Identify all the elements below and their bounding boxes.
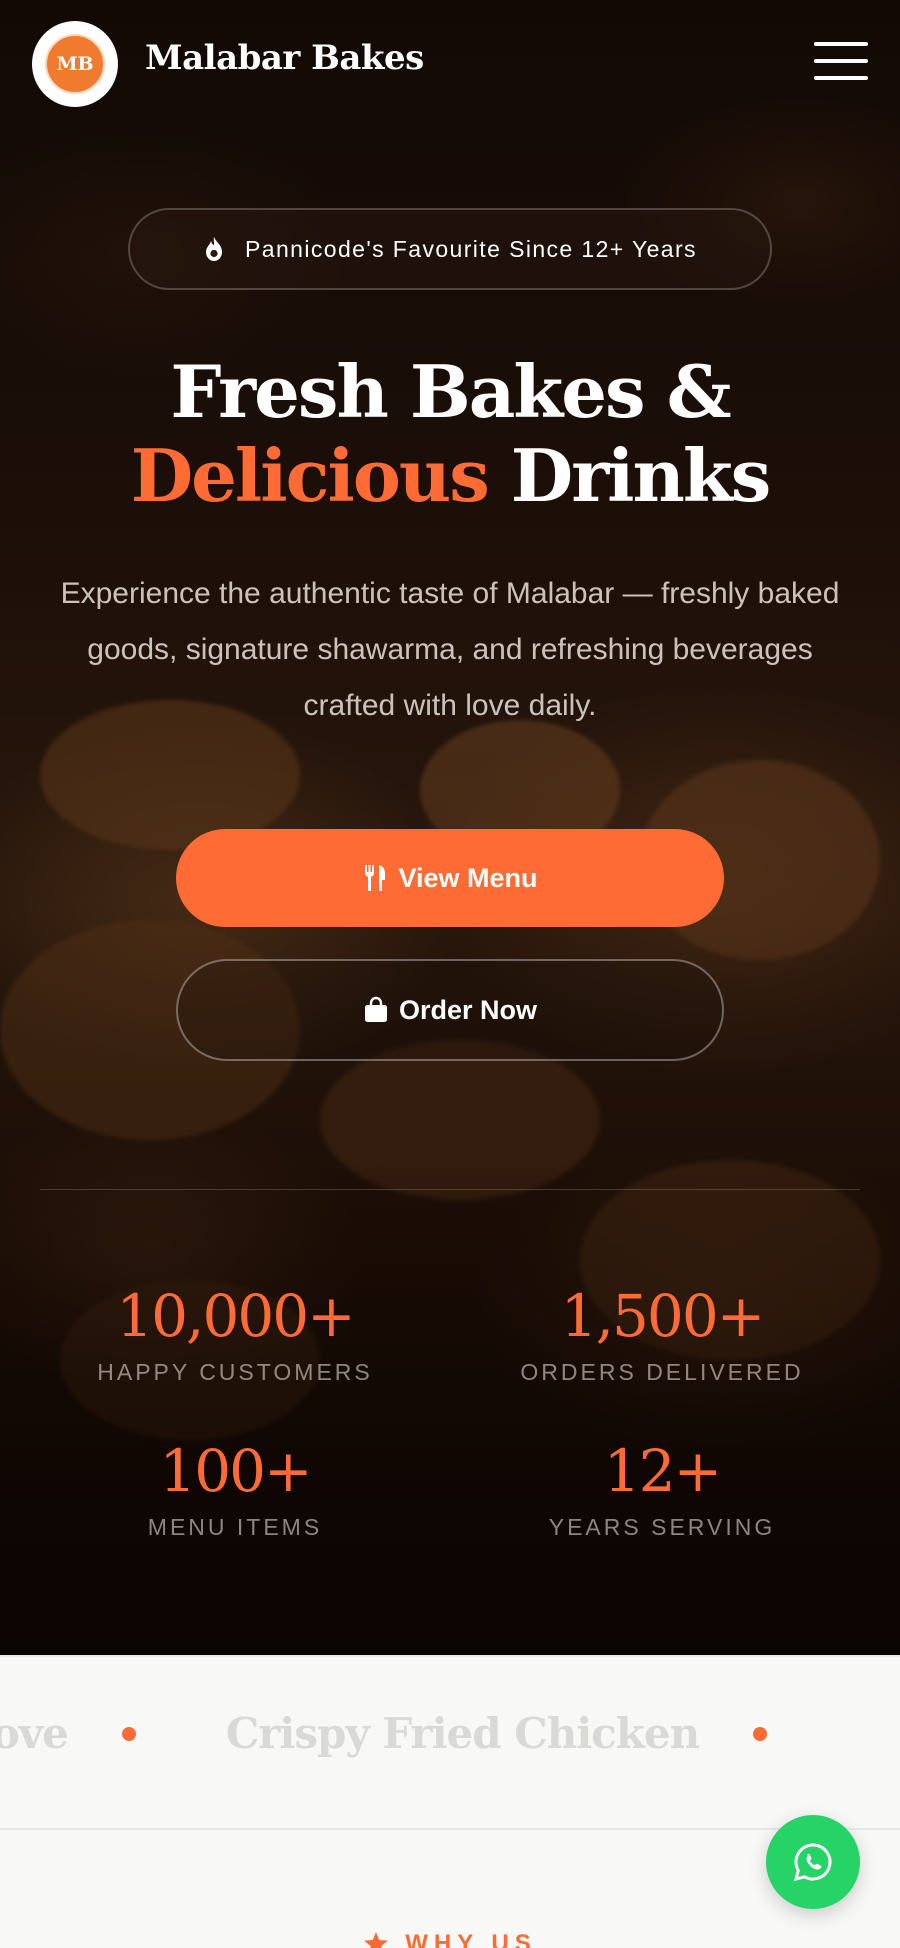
stat-value: 1,500+ <box>560 1282 766 1350</box>
star-icon <box>364 1932 389 1948</box>
brand-logo[interactable]: MB <box>32 21 118 107</box>
marquee-band: h Love Crispy Fried Chicken <box>0 1655 900 1830</box>
title-accent: Delicious <box>130 433 490 518</box>
hero-section: MB Malabar Bakes Pannicode's Favourite S… <box>0 0 900 1655</box>
why-us-tag: WHY US <box>0 1930 900 1948</box>
marquee-item: Crispy Fried Chicken <box>225 1709 700 1758</box>
stat-value: 12+ <box>603 1437 722 1505</box>
fire-icon <box>206 237 223 261</box>
marquee-track: h Love Crispy Fried Chicken <box>0 1709 857 1758</box>
brand-name[interactable]: Malabar Bakes <box>145 38 424 78</box>
shopping-bag-icon <box>364 996 387 1022</box>
hamburger-icon[interactable] <box>814 40 868 82</box>
title-rest: Drinks <box>487 433 771 518</box>
hero-subtitle: Experience the authentic taste of Malaba… <box>60 577 840 722</box>
stat-label: ORDERS DELIVERED <box>520 1359 804 1385</box>
view-menu-label: View Menu <box>398 862 538 893</box>
stat-happy-customers: 10,000+ HAPPY CUSTOMERS <box>25 1283 445 1386</box>
stat-label: HAPPY CUSTOMERS <box>97 1359 373 1385</box>
order-now-label: Order Now <box>398 994 538 1025</box>
stat-menu-items: 100+ MENU ITEMS <box>25 1438 445 1541</box>
why-us-label: WHY US <box>405 1930 537 1948</box>
marquee-item: h Love <box>0 1709 69 1758</box>
stat-value: 10,000+ <box>116 1282 356 1350</box>
whatsapp-icon[interactable] <box>766 1815 860 1909</box>
stat-label: YEARS SERVING <box>548 1514 776 1540</box>
marquee-separator-dot <box>121 1726 136 1741</box>
hero-title: Fresh Bakes & Delicious Drinks <box>0 350 900 518</box>
utensils-icon <box>365 865 386 891</box>
stat-years-serving: 12+ YEARS SERVING <box>452 1438 872 1541</box>
hero-badge: Pannicode's Favourite Since 12+ Years <box>128 208 772 290</box>
title-line-1: Fresh Bakes & <box>170 349 731 434</box>
order-now-button[interactable]: Order Now <box>176 959 724 1061</box>
stat-orders-delivered: 1,500+ ORDERS DELIVERED <box>452 1283 872 1386</box>
stats-divider <box>40 1189 860 1190</box>
stat-value: 100+ <box>159 1437 312 1505</box>
view-menu-button[interactable]: View Menu <box>176 829 724 927</box>
badge-text: Pannicode's Favourite Since 12+ Years <box>245 235 697 262</box>
stat-label: MENU ITEMS <box>147 1514 323 1540</box>
whatsapp-glyph <box>793 1843 832 1882</box>
logo-mark: MB <box>45 34 105 94</box>
marquee-separator-dot <box>753 1726 768 1741</box>
